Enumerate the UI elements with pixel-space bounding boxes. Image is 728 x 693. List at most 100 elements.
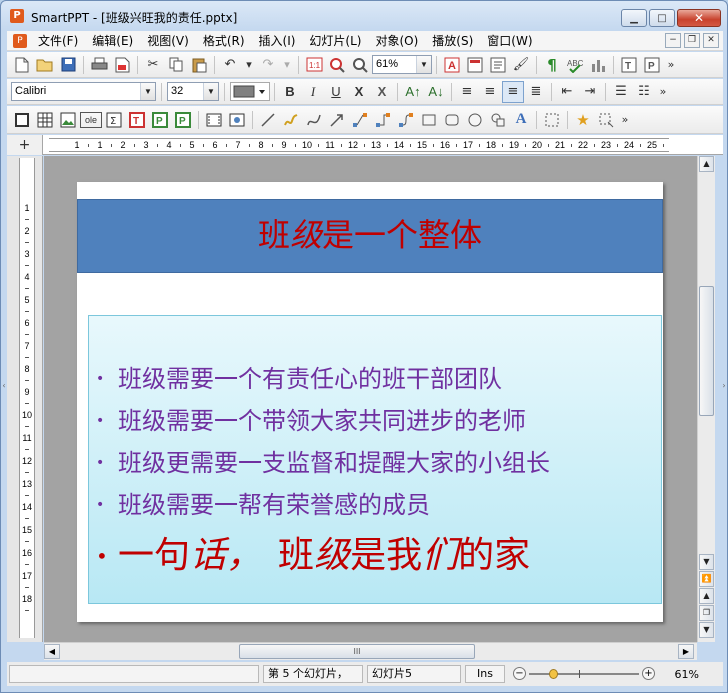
font-size-select[interactable]: 32 ▼ bbox=[167, 82, 219, 101]
zoom-icon[interactable] bbox=[349, 54, 371, 76]
font-name-select[interactable]: Calibri ▼ bbox=[11, 82, 156, 101]
scroll-left-icon[interactable]: ◀ bbox=[44, 644, 60, 659]
numbered-list-icon[interactable]: ☷ bbox=[633, 81, 655, 103]
arrow-icon[interactable] bbox=[326, 109, 348, 131]
group-icon[interactable] bbox=[541, 109, 563, 131]
curve-icon[interactable] bbox=[303, 109, 325, 131]
right-panel-grip-icon[interactable]: › bbox=[721, 376, 727, 396]
print-icon[interactable] bbox=[88, 54, 110, 76]
outline-icon[interactable] bbox=[487, 54, 509, 76]
justify-icon[interactable]: ≣ bbox=[525, 81, 547, 103]
italic-icon[interactable]: I bbox=[302, 81, 324, 103]
slide[interactable]: 班级是一个整体 • 班级需要一个有责任心的班干部团队 • 班级需要一个带领大家共同进… bbox=[77, 182, 663, 622]
zoom-slider[interactable]: − + bbox=[509, 665, 659, 683]
horizontal-scroll-thumb[interactable]: III bbox=[239, 644, 475, 659]
zoom-slider-thumb[interactable] bbox=[549, 669, 558, 679]
slide-content-box[interactable]: • 班级需要一个有责任心的班干部团队 • 班级需要一个带领大家共同进步的老师 • 班级… bbox=[88, 315, 662, 604]
doc-restore-button[interactable]: ❐ bbox=[684, 33, 700, 48]
zoom-in-icon[interactable] bbox=[326, 54, 348, 76]
connector-icon[interactable] bbox=[349, 109, 371, 131]
document-icon[interactable]: P bbox=[13, 33, 27, 48]
left-panel-grip-icon[interactable]: ‹ bbox=[1, 376, 7, 396]
text-frame-icon[interactable]: T bbox=[618, 54, 640, 76]
slide-canvas[interactable]: 班级是一个整体 • 班级需要一个有责任心的班干部团队 • 班级需要一个带领大家共同进… bbox=[44, 156, 697, 642]
underline-icon[interactable]: U bbox=[325, 81, 347, 103]
decrease-indent-icon[interactable]: ⇤ bbox=[556, 81, 578, 103]
sound-icon[interactable] bbox=[226, 109, 248, 131]
menu-file[interactable]: 文件(F) bbox=[31, 31, 85, 51]
bullet-list-icon[interactable]: ☰ bbox=[610, 81, 632, 103]
actual-size-icon[interactable]: 1:1 bbox=[303, 54, 325, 76]
image-icon[interactable] bbox=[57, 109, 79, 131]
chart-frame-icon[interactable]: P bbox=[172, 109, 194, 131]
curved-connector-icon[interactable] bbox=[395, 109, 417, 131]
cut-icon[interactable]: ✂ bbox=[142, 54, 164, 76]
slide-title-box[interactable]: 班级是一个整体 bbox=[77, 199, 663, 273]
next-slide-icon[interactable]: ▼ bbox=[699, 622, 714, 638]
fontwork-icon[interactable]: A bbox=[510, 109, 532, 131]
shadow-text-icon[interactable]: X bbox=[371, 81, 393, 103]
app-icon[interactable]: P bbox=[10, 9, 24, 23]
align-left-icon[interactable]: ≡ bbox=[456, 81, 478, 103]
vertical-scrollbar[interactable]: ▲ ▼ ⏫ ▲ ❐ ▼ bbox=[697, 156, 715, 642]
align-center-icon[interactable]: ≡ bbox=[479, 81, 501, 103]
frame-icon[interactable] bbox=[11, 109, 33, 131]
maximize-button[interactable]: □ bbox=[649, 9, 675, 27]
chart-icon[interactable] bbox=[587, 54, 609, 76]
align-right-icon[interactable]: ≡ bbox=[502, 80, 524, 103]
close-button[interactable]: ✕ bbox=[677, 9, 721, 27]
slide-layout-icon[interactable] bbox=[464, 54, 486, 76]
more-icon[interactable]: » bbox=[618, 113, 632, 126]
chevron-down-icon[interactable]: ▼ bbox=[203, 83, 218, 100]
previous-slide-icon[interactable]: ▲ bbox=[699, 588, 714, 604]
format-brush-icon[interactable]: 🖌 bbox=[510, 54, 532, 76]
rounded-rectangle-icon[interactable] bbox=[441, 109, 463, 131]
chevron-down-icon[interactable]: ▼ bbox=[416, 56, 431, 73]
text-icon[interactable]: A bbox=[441, 54, 463, 76]
elbow-connector-icon[interactable] bbox=[372, 109, 394, 131]
chevron-down-icon[interactable]: ▼ bbox=[140, 83, 155, 100]
paragraph-marks-icon[interactable]: ¶ bbox=[541, 54, 563, 76]
redo-icon[interactable]: ↷ bbox=[257, 54, 279, 76]
zoom-in-icon[interactable]: + bbox=[642, 667, 655, 680]
bold-icon[interactable]: B bbox=[279, 81, 301, 103]
picture-frame-icon[interactable]: P bbox=[149, 109, 171, 131]
paste-icon[interactable] bbox=[188, 54, 210, 76]
menu-slide[interactable]: 幻灯片(L) bbox=[302, 31, 368, 51]
doc-minimize-button[interactable]: − bbox=[665, 33, 681, 48]
undo-icon[interactable]: ↶ bbox=[219, 54, 241, 76]
undo-dropdown-icon[interactable]: ▾ bbox=[242, 58, 256, 71]
ruler-origin-icon[interactable]: + bbox=[7, 135, 43, 155]
minimize-button[interactable]: ▁ bbox=[621, 9, 647, 27]
ellipse-icon[interactable] bbox=[464, 109, 486, 131]
rectangle-icon[interactable] bbox=[418, 109, 440, 131]
save-icon[interactable] bbox=[57, 54, 79, 76]
formula-icon[interactable]: Σ bbox=[103, 109, 125, 131]
font-color-picker[interactable] bbox=[230, 82, 270, 101]
ole-object-icon[interactable]: ole bbox=[80, 111, 102, 128]
scroll-right-icon[interactable]: ▶ bbox=[678, 644, 694, 659]
more-icon[interactable]: » bbox=[656, 85, 670, 98]
increase-font-icon[interactable]: A↑ bbox=[402, 81, 424, 103]
spell-check-icon[interactable]: ABC bbox=[564, 54, 586, 76]
menu-play[interactable]: 播放(S) bbox=[425, 31, 480, 51]
open-folder-icon[interactable] bbox=[34, 54, 56, 76]
more-icon[interactable]: » bbox=[664, 58, 678, 71]
first-slide-icon[interactable]: ⏫ bbox=[699, 571, 714, 587]
zoom-slider-track[interactable] bbox=[529, 673, 639, 675]
scroll-down-icon[interactable]: ▼ bbox=[699, 554, 714, 570]
picture-frame-icon[interactable]: P bbox=[641, 54, 663, 76]
horizontal-scrollbar[interactable]: ◀ III ▶ bbox=[44, 642, 697, 660]
menu-format[interactable]: 格式(R) bbox=[196, 31, 252, 51]
zoom-out-icon[interactable]: − bbox=[513, 667, 526, 680]
doc-close-button[interactable]: ✕ bbox=[703, 33, 719, 48]
menu-view[interactable]: 视图(V) bbox=[140, 31, 196, 51]
export-pdf-icon[interactable] bbox=[111, 54, 133, 76]
shapes-icon[interactable] bbox=[487, 109, 509, 131]
line-icon[interactable] bbox=[257, 109, 279, 131]
table-icon[interactable] bbox=[34, 109, 56, 131]
menu-edit[interactable]: 编辑(E) bbox=[85, 31, 140, 51]
star-icon[interactable]: ★ bbox=[572, 109, 594, 131]
new-document-icon[interactable] bbox=[11, 54, 33, 76]
vertical-ruler[interactable]: 1 2 3 4 5 6 7 8 9 10 11 12 13 14 15 16 17 18 bbox=[19, 158, 35, 638]
